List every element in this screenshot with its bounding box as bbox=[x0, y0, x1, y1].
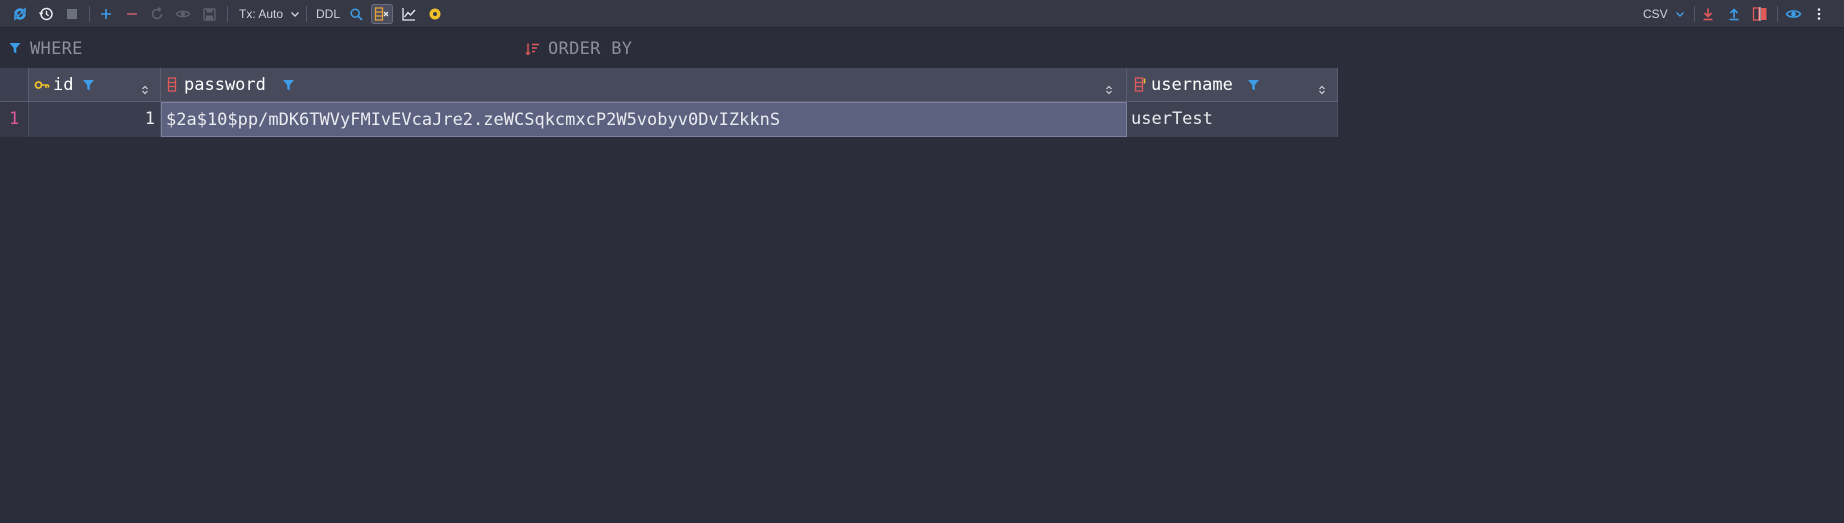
filter-icon bbox=[8, 40, 22, 59]
chart-icon bbox=[401, 6, 417, 22]
view-options-button[interactable] bbox=[1782, 4, 1804, 24]
filter-bar: WHERE ORDER BY bbox=[0, 28, 1844, 68]
index-column-icon bbox=[1134, 77, 1148, 96]
column-name-password: password bbox=[184, 75, 266, 95]
database-table-editor: Tx: Auto DDL CSV WHERE ORDER BY id passw… bbox=[0, 0, 1844, 523]
cell-password[interactable]: $2a$10$pp/mDK6TWVyFMIvEVcaJre2.zeWCSqkcm… bbox=[161, 102, 1127, 137]
more-options-button[interactable] bbox=[1808, 4, 1830, 24]
reload-button[interactable] bbox=[9, 4, 31, 24]
key-icon bbox=[34, 77, 52, 96]
column-name-id: id bbox=[53, 75, 74, 95]
data-editor-toolbar: Tx: Auto DDL CSV bbox=[0, 0, 1844, 28]
grid-corner[interactable] bbox=[0, 68, 29, 102]
column-icon bbox=[167, 77, 177, 96]
history-icon bbox=[38, 6, 54, 22]
eye-icon bbox=[1785, 6, 1802, 22]
download-icon bbox=[1701, 7, 1715, 21]
eye-icon bbox=[175, 6, 191, 22]
chevron-down-icon bbox=[290, 5, 300, 25]
transaction-mode-dropdown[interactable]: Tx: Auto bbox=[236, 4, 303, 24]
submit-button[interactable] bbox=[198, 4, 220, 24]
column-header-id[interactable]: id bbox=[29, 68, 161, 102]
export-format-label: CSV bbox=[1643, 7, 1668, 21]
toolbar-separator bbox=[89, 6, 90, 22]
column-sort-icon[interactable] bbox=[1105, 80, 1113, 99]
stop-icon bbox=[65, 7, 79, 21]
toolbar-separator bbox=[1777, 6, 1778, 22]
history-button[interactable] bbox=[35, 4, 57, 24]
toolbar-separator bbox=[306, 6, 307, 22]
export-data-button[interactable] bbox=[1697, 4, 1719, 24]
toolbar-separator bbox=[1694, 6, 1695, 22]
search-icon bbox=[349, 7, 364, 22]
stop-button[interactable] bbox=[61, 4, 83, 24]
plus-icon bbox=[99, 7, 113, 21]
cell-username[interactable]: userTest bbox=[1127, 102, 1338, 137]
cell-id[interactable]: 1 bbox=[29, 102, 161, 137]
compare-button[interactable] bbox=[1749, 4, 1771, 24]
show-chart-button[interactable] bbox=[398, 4, 420, 24]
toolbar-separator bbox=[227, 6, 228, 22]
columns-hide-icon bbox=[374, 6, 390, 22]
column-sort-icon[interactable] bbox=[141, 80, 149, 99]
search-button[interactable] bbox=[345, 4, 367, 24]
compare-icon bbox=[1752, 6, 1768, 22]
column-name-username: username bbox=[1151, 75, 1233, 95]
row-number[interactable]: 1 bbox=[0, 102, 29, 137]
preview-changes-button[interactable] bbox=[172, 4, 194, 24]
revert-button[interactable] bbox=[146, 4, 168, 24]
revert-icon bbox=[149, 6, 165, 22]
minus-icon bbox=[125, 7, 139, 21]
upload-icon bbox=[1727, 7, 1741, 21]
order-by-input[interactable]: ORDER BY bbox=[548, 39, 1048, 59]
sort-icon bbox=[525, 41, 540, 60]
import-data-button[interactable] bbox=[1723, 4, 1745, 24]
chevron-down-icon bbox=[1675, 5, 1685, 25]
ddl-button[interactable]: DDL bbox=[313, 4, 343, 24]
column-filter-icon[interactable] bbox=[82, 77, 95, 96]
column-filter-icon[interactable] bbox=[282, 77, 295, 96]
ai-icon bbox=[428, 7, 442, 21]
toggle-columns-button[interactable] bbox=[371, 4, 393, 24]
save-icon bbox=[202, 7, 217, 22]
where-filter-input[interactable]: WHERE bbox=[30, 39, 510, 59]
export-format-dropdown[interactable]: CSV bbox=[1640, 4, 1688, 24]
ai-assistant-button[interactable] bbox=[424, 4, 446, 24]
column-sort-icon[interactable] bbox=[1318, 80, 1326, 99]
refresh-icon bbox=[12, 6, 28, 22]
add-row-button[interactable] bbox=[95, 4, 117, 24]
more-vertical-icon bbox=[1812, 7, 1826, 21]
column-header-password[interactable]: password bbox=[161, 68, 1127, 102]
column-header-username[interactable]: username bbox=[1127, 68, 1338, 102]
column-filter-icon[interactable] bbox=[1247, 77, 1260, 96]
delete-row-button[interactable] bbox=[121, 4, 143, 24]
transaction-mode-label: Tx: Auto bbox=[239, 7, 284, 21]
